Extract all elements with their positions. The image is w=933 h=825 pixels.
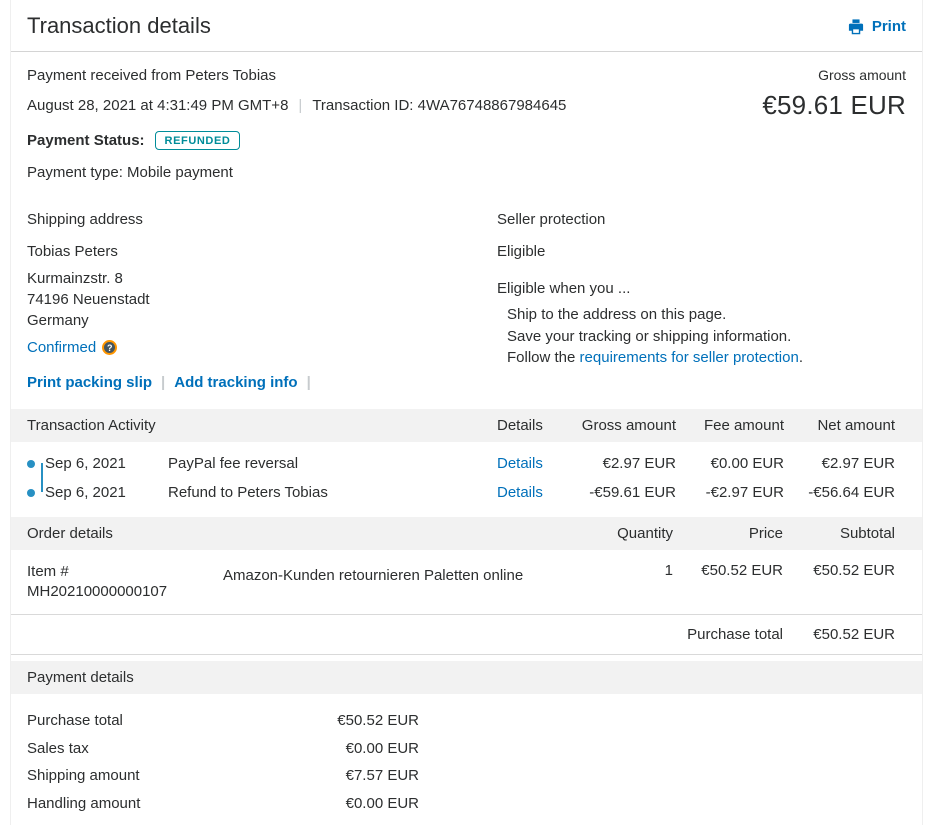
table-row: Sep 6, 2021 PayPal fee reversal Details … — [11, 449, 922, 478]
item-number-label: Item # — [27, 563, 69, 580]
activity-net-amount: -€56.64 EUR — [808, 484, 895, 501]
timeline-dot — [27, 459, 35, 468]
payment-row-label: Sales tax — [27, 739, 89, 757]
activity-date: Sep 6, 2021 — [45, 455, 126, 472]
seller-protection-requirements-link[interactable]: requirements for seller protection — [580, 349, 799, 366]
transaction-details-card: Transaction details Print Payment receiv… — [10, 0, 923, 825]
col-header-net-amount: Net amount — [817, 417, 895, 434]
seller-protection-section: Seller protection Eligible Eligible when… — [497, 211, 906, 391]
purchase-total-value: €50.52 EUR — [813, 626, 895, 643]
order-details-title: Order details — [27, 525, 113, 542]
payment-type-text: Payment type: Mobile payment — [27, 164, 233, 181]
timeline-dot — [27, 488, 35, 497]
transaction-activity-header: Transaction Activity Details Gross amoun… — [11, 409, 922, 442]
transaction-activity-title: Transaction Activity — [27, 417, 156, 434]
order-item-row: Item # MH20210000000107 Amazon-Kunden re… — [11, 550, 922, 615]
separator: | — [298, 97, 303, 114]
confirmed-link[interactable]: Confirmed — [27, 339, 96, 356]
col-header-details: Details — [497, 417, 543, 434]
item-quantity: 1 — [664, 562, 673, 579]
protection-condition: Save your tracking or shipping informati… — [507, 327, 792, 345]
purchase-total-label: Purchase total — [687, 626, 783, 643]
recipient-name: Tobias Peters — [27, 243, 118, 260]
seller-protection-status: Eligible — [497, 243, 546, 260]
activity-date: Sep 6, 2021 — [45, 484, 126, 501]
payment-summary: Payment received from Peters Tobias Gros… — [11, 52, 922, 195]
help-icon[interactable]: ? — [102, 340, 118, 355]
details-link[interactable]: Details — [497, 455, 543, 472]
payment-row-value: €0.00 EUR — [345, 794, 419, 812]
protection-condition: Ship to the address on this page. — [507, 306, 727, 323]
address-line: Kurmainzstr. 8 — [27, 270, 123, 287]
follow-prefix: Follow the — [507, 349, 576, 366]
activity-net-amount: €2.97 EUR — [821, 455, 895, 472]
payment-row: Shipping amount €7.57 EUR — [27, 762, 419, 790]
payment-row-value: €7.57 EUR — [345, 767, 419, 784]
payment-row-label: Purchase total — [27, 712, 123, 729]
gross-amount-value: €59.61 EUR — [762, 90, 906, 120]
address-line: 74196 Neuenstadt — [27, 291, 150, 308]
payment-row-value: €0.00 EUR — [345, 739, 419, 757]
table-row: Sep 6, 2021 Refund to Peters Tobias Deta… — [11, 478, 922, 507]
status-badge: REFUNDED — [154, 131, 241, 150]
transaction-activity-rows: Sep 6, 2021 PayPal fee reversal Details … — [11, 442, 922, 511]
payment-row-label: Handling amount — [27, 794, 141, 812]
order-details-header: Order details Quantity Price Subtotal — [11, 517, 922, 550]
col-header-gross-amount: Gross amount — [581, 417, 676, 434]
shipping-address-title: Shipping address — [27, 211, 143, 228]
separator: | — [306, 374, 311, 391]
print-packing-slip-link[interactable]: Print packing slip — [27, 374, 152, 391]
page-header: Transaction details Print — [11, 0, 922, 52]
details-link[interactable]: Details — [497, 484, 543, 501]
gross-amount-label: Gross amount — [818, 67, 906, 83]
activity-description: PayPal fee reversal — [168, 455, 299, 472]
payment-row-value: €50.52 EUR — [337, 712, 419, 729]
item-description: Amazon-Kunden retournieren Paletten onli… — [223, 567, 524, 584]
seller-protection-intro: Eligible when you ... — [497, 280, 631, 297]
follow-suffix: . — [798, 349, 803, 366]
activity-fee-amount: €0.00 EUR — [710, 455, 784, 472]
col-header-price: Price — [748, 525, 783, 542]
protection-condition: Follow the requirements for seller prote… — [507, 347, 906, 369]
payment-status-label: Payment Status: — [27, 132, 145, 149]
page-title: Transaction details — [27, 13, 211, 38]
col-header-quantity: Quantity — [617, 525, 673, 542]
received-from-text: Payment received from Peters Tobias — [27, 67, 277, 84]
activity-description: Refund to Peters Tobias — [168, 484, 328, 501]
payment-row: Sales tax €0.00 EUR — [27, 735, 419, 763]
item-subtotal: €50.52 EUR — [813, 562, 895, 579]
separator: | — [161, 374, 166, 391]
shipping-address-section: Shipping address Tobias Peters Kurmainzs… — [27, 211, 497, 391]
payment-details-header: Payment details — [11, 661, 922, 694]
address-protection-section: Shipping address Tobias Peters Kurmainzs… — [11, 195, 922, 403]
add-tracking-info-link[interactable]: Add tracking info — [174, 374, 297, 391]
order-total-row: Purchase total €50.52 EUR — [11, 615, 922, 655]
payment-row: Purchase total €50.52 EUR — [27, 707, 419, 735]
transaction-id: Transaction ID: 4WA76748867984645 — [312, 97, 567, 114]
printer-icon — [847, 18, 865, 35]
item-price: €50.52 EUR — [701, 562, 783, 579]
activity-gross-amount: -€59.61 EUR — [589, 484, 676, 501]
item-number: MH20210000000107 — [27, 583, 168, 600]
print-button[interactable]: Print — [847, 18, 906, 35]
activity-gross-amount: €2.97 EUR — [602, 455, 676, 472]
payment-row-label: Shipping amount — [27, 767, 140, 784]
payment-details-title: Payment details — [27, 669, 134, 686]
payment-row: Handling amount €0.00 EUR — [27, 790, 419, 818]
payment-details-rows: Purchase total €50.52 EUR Sales tax €0.0… — [11, 694, 922, 825]
seller-protection-title: Seller protection — [497, 211, 606, 228]
print-label: Print — [871, 17, 906, 35]
address-line: Germany — [27, 312, 89, 329]
col-header-subtotal: Subtotal — [839, 525, 895, 542]
activity-fee-amount: -€2.97 EUR — [705, 484, 784, 501]
col-header-fee-amount: Fee amount — [703, 417, 784, 434]
transaction-date: August 28, 2021 at 4:31:49 PM GMT+8 — [27, 97, 289, 114]
